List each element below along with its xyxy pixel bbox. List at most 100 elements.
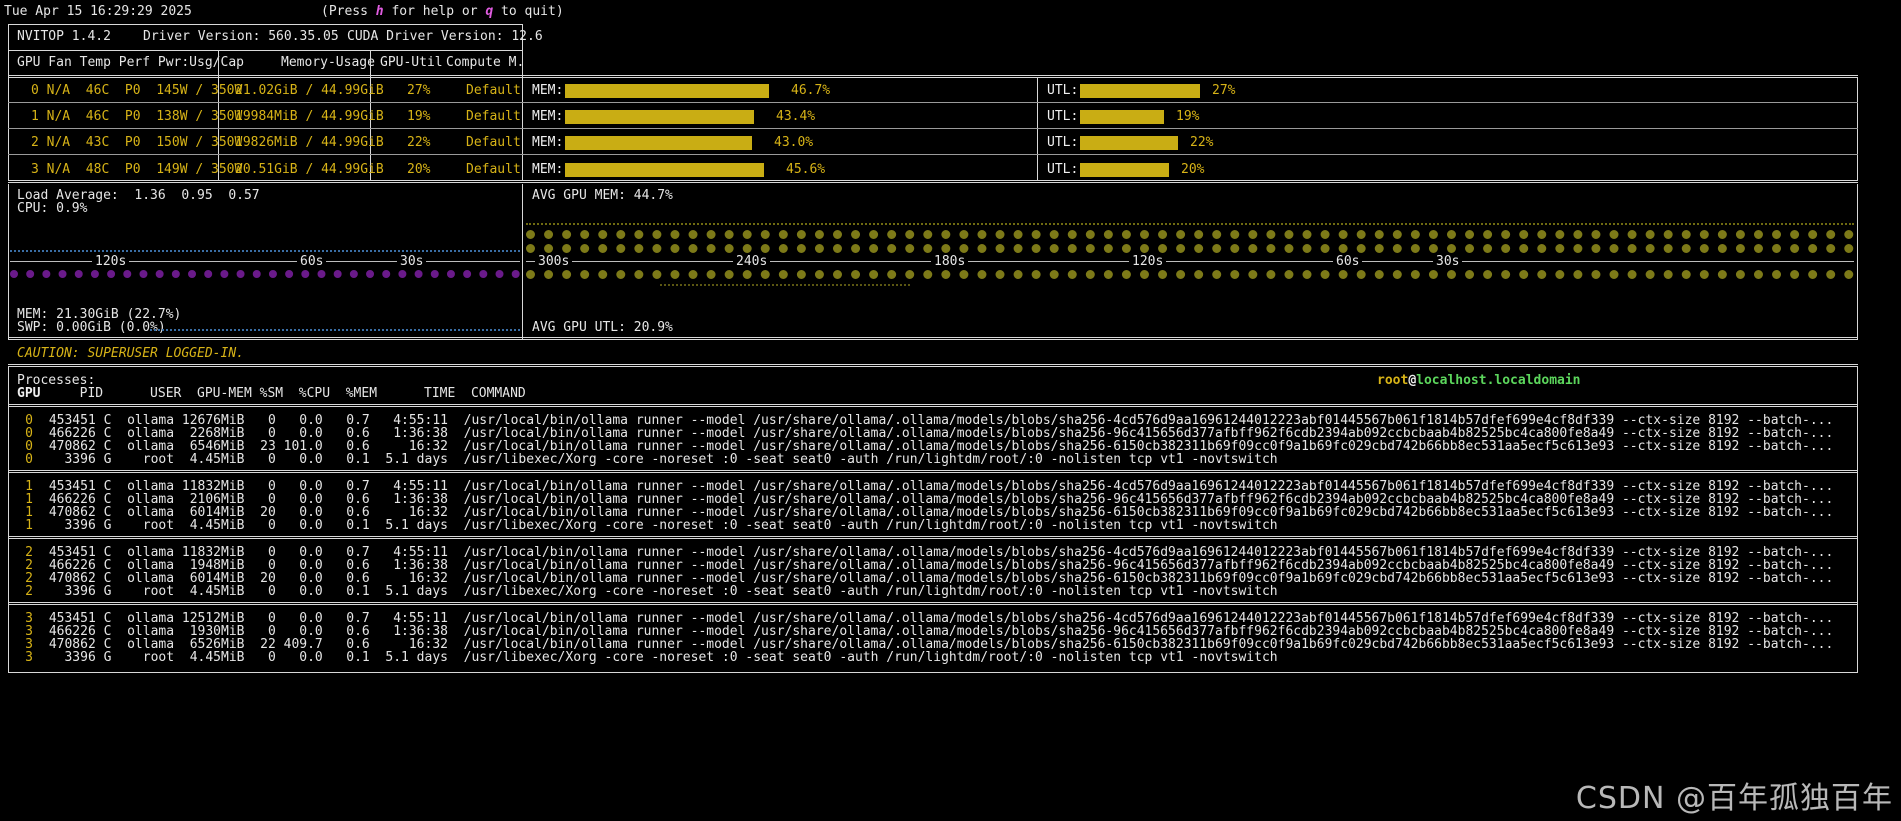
at-sign: @ [1408, 373, 1417, 388]
gpu-mem-percent: 43.4% [776, 109, 816, 124]
gpu-utl-percent: 27% [1212, 83, 1236, 98]
gpu-tick-30s: 30s [1433, 254, 1463, 270]
history-left-border [8, 184, 9, 339]
help-prefix: (Press [321, 4, 376, 19]
gpu-row-separator [8, 154, 1858, 155]
gpu-time-axis [526, 261, 1854, 262]
gpu-utl-percent: 20% [1181, 162, 1205, 177]
host-time-axis [10, 261, 520, 262]
gpu-mem-bar [565, 84, 769, 98]
gpu-mem-history-top [526, 223, 1854, 225]
help-suffix: to quit) [493, 4, 564, 19]
gpu-row-memory: 19826MiB / 44.99GiB [235, 135, 384, 150]
gpu-utl-label: UTL: [1047, 83, 1079, 98]
watermark: CSDN @百年孤独百年 [1575, 781, 1893, 816]
processes-bottom [8, 672, 1858, 673]
gpu-row-util: 27% [407, 83, 431, 98]
gpu-utl-bar [1080, 163, 1169, 177]
gpu-row-util: 20% [407, 162, 431, 177]
gpu-table-top [8, 75, 1858, 78]
box-border-top [8, 24, 522, 25]
help-key-h[interactable]: h [376, 4, 384, 19]
gpu-row-compute: Default [466, 135, 521, 150]
gpu-row-memory: 20.51GiB / 44.99GiB [235, 162, 384, 177]
gpu-tick-60s: 60s [1333, 254, 1363, 270]
gpu-row-left: 1 N/A 46C P0 138W / 350W [31, 109, 243, 124]
processes-right [1857, 367, 1858, 673]
gpu-mem-bar [565, 136, 752, 150]
datetime: Tue Apr 15 16:29:29 2025 [4, 4, 192, 19]
gpu-utl-history-spikes [660, 284, 910, 286]
gpu-row-util: 22% [407, 135, 431, 150]
gpu-row-compute: Default [466, 109, 521, 124]
gpu-header-compute: Compute M. [446, 55, 525, 70]
gpu-mem-percent: 46.7% [791, 83, 831, 98]
gpu-tick-300s: 300s [535, 254, 573, 270]
process-details: 3396 G root 4.45MiB 0 0.0 0.1 5.1 days /… [41, 452, 1278, 467]
process-group-separator [8, 470, 1858, 473]
gpu-table-right [1857, 78, 1858, 181]
processes-top [8, 364, 1858, 367]
gpu-utl-bar [1080, 84, 1200, 98]
gpu-utl-history-graph [526, 270, 1854, 279]
gpu-mem-percent: 45.6% [786, 162, 826, 177]
gpu-row-left: 2 N/A 43C P0 150W / 350W [31, 135, 243, 150]
host-tick-60s: 60s [297, 254, 327, 270]
cpu-history-graph [10, 250, 520, 252]
gpu-table-divider-2 [1037, 78, 1038, 181]
gpu-row-left: 0 N/A 46C P0 145W / 350W [31, 83, 243, 98]
gpu-mem-bar [565, 163, 764, 177]
gpu-row-compute: Default [466, 162, 521, 177]
process-group-separator [8, 536, 1858, 539]
swp-history-graph [150, 329, 520, 331]
cuda-version: CUDA Driver Version: 12.6 [347, 29, 543, 44]
process-gpu-index: 1 [25, 518, 33, 533]
host-swp: SWP: 0.00GiB (0.0%) [17, 320, 166, 335]
gpu-utl-label: UTL: [1047, 135, 1079, 150]
gpu-mem-history-graph [526, 230, 1854, 239]
processes-left [8, 367, 9, 673]
user-host: root@localhost.localdomain [1377, 373, 1581, 389]
gpu-mem-history-graph-2 [526, 244, 1854, 253]
host-name: localhost.localdomain [1416, 373, 1581, 388]
help-mid: for help or [383, 4, 486, 19]
process-details: 3396 G root 4.45MiB 0 0.0 0.1 5.1 days /… [41, 650, 1278, 665]
process-details: 3396 G root 4.45MiB 0 0.0 0.1 5.1 days /… [41, 518, 1278, 533]
history-right-border [1857, 184, 1858, 339]
gpu-mem-label: MEM: [532, 109, 564, 124]
process-row[interactable]: 0 3396 G root 4.45MiB 0 0.0 0.1 5.1 days… [17, 452, 1278, 468]
user-name: root [1377, 373, 1409, 388]
process-gpu-index: 0 [25, 452, 33, 467]
gpu-table-divider [522, 78, 523, 181]
process-header-rest: PID USER GPU-MEM %SM %CPU %MEM TIME COMM… [40, 386, 526, 401]
process-row[interactable]: 3 3396 G root 4.45MiB 0 0.0 0.1 5.1 days… [17, 650, 1278, 666]
process-header-gpu: GPU [17, 386, 41, 401]
gpu-table-bottom [8, 180, 1858, 183]
gpu-row-separator [8, 128, 1858, 129]
gpu-tick-180s: 180s [931, 254, 969, 270]
driver-version: Driver Version: 560.35.05 [143, 29, 339, 44]
avg-gpu-mem: AVG GPU MEM: 44.7% [532, 188, 673, 203]
history-bottom [8, 337, 1858, 340]
gpu-row-memory: 21.02GiB / 44.99GiB [235, 83, 384, 98]
process-row[interactable]: 1 3396 G root 4.45MiB 0 0.0 0.1 5.1 days… [17, 518, 1278, 534]
process-group-separator [8, 602, 1858, 605]
gpu-row-compute: Default [466, 83, 521, 98]
gpu-row-separator [8, 102, 1858, 103]
gpu-tick-120s: 120s [1129, 254, 1167, 270]
gpu-tick-240s: 240s [733, 254, 771, 270]
gpu-utl-percent: 19% [1176, 109, 1200, 124]
process-details: 3396 G root 4.45MiB 0 0.0 0.1 5.1 days /… [41, 584, 1278, 599]
gpu-utl-label: UTL: [1047, 109, 1079, 124]
process-gpu-index: 3 [25, 650, 33, 665]
help-hint: (Press h for help or q to quit) [321, 4, 564, 20]
process-row[interactable]: 2 3396 G root 4.45MiB 0 0.0 0.1 5.1 days… [17, 584, 1278, 600]
mem-history-graph [10, 270, 520, 278]
avg-gpu-utl: AVG GPU UTL: 20.9% [532, 320, 673, 335]
gpu-mem-percent: 43.0% [774, 135, 814, 150]
gpu-mem-label: MEM: [532, 83, 564, 98]
process-header: GPU PID USER GPU-MEM %SM %CPU %MEM TIME … [17, 386, 526, 402]
gpu-header-left: GPU Fan Temp Perf Pwr:Usg/Cap [17, 55, 244, 70]
gpu-row-memory: 19984MiB / 44.99GiB [235, 109, 384, 124]
box-border-left [8, 24, 9, 80]
